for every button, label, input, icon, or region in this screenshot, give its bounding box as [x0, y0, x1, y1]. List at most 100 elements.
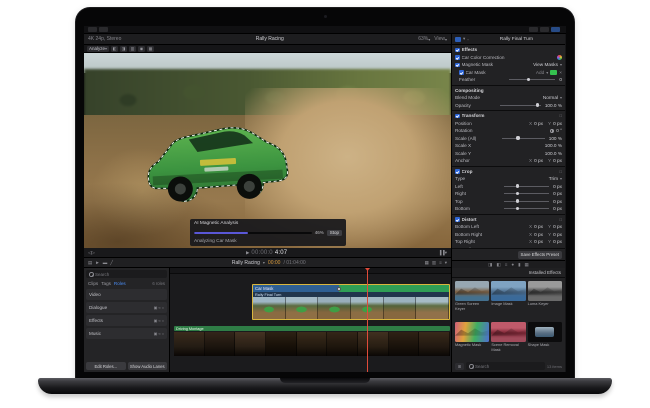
- inspector-row-scale-all-[interactable]: Scale (All) 100 %: [452, 135, 565, 143]
- viewer[interactable]: AI Magnetic Analysis 46% Stop Analyzing …: [84, 53, 451, 248]
- x-value[interactable]: 0 px: [534, 239, 543, 244]
- effect-thumbnail[interactable]: [491, 322, 526, 342]
- inspector-row-type[interactable]: Type Trim ▾: [452, 175, 565, 183]
- effect-thumbnail[interactable]: [455, 322, 490, 342]
- enable-checkbox[interactable]: [455, 62, 460, 67]
- slider-track[interactable]: [504, 184, 550, 188]
- slider-knob[interactable]: [516, 136, 520, 140]
- slider-knob[interactable]: [515, 184, 520, 188]
- installed-effects-header[interactable]: Installed Effects: [452, 268, 565, 278]
- zoom-level-dropdown[interactable]: 63%: [418, 36, 428, 42]
- effect-item-shape-mask[interactable]: Shape Mask: [527, 322, 562, 361]
- inspector-row-transform[interactable]: Transform □: [452, 112, 565, 120]
- inspector-row-position[interactable]: Position X 0 px Y 0 px: [452, 120, 565, 128]
- enable-checkbox[interactable]: [455, 55, 460, 60]
- browser-layout-icon[interactable]: [529, 27, 538, 32]
- effect-item-scene-removal-mask[interactable]: Scene Removal Mask: [491, 322, 526, 361]
- inspector-row-right[interactable]: Right 0 px: [452, 190, 565, 198]
- inspector-toggle-icon[interactable]: [551, 27, 560, 32]
- clip-appearance-icon[interactable]: ▦: [425, 260, 429, 266]
- enable-checkbox[interactable]: [455, 217, 460, 222]
- mask-tool-icon[interactable]: ◧: [111, 45, 119, 52]
- stop-button[interactable]: Stop: [326, 229, 342, 236]
- inspector-row-effects[interactable]: Effects: [452, 46, 565, 54]
- y-value[interactable]: 0 px: [553, 121, 562, 126]
- x-value[interactable]: 0 px: [534, 224, 543, 229]
- slider-track[interactable]: [501, 136, 545, 140]
- range-tool-icon[interactable]: ▥: [129, 45, 137, 52]
- timeline-ruler[interactable]: [170, 268, 451, 274]
- role-row-music[interactable]: Music ▣ ≈ ○: [86, 328, 167, 339]
- slider-knob[interactable]: [515, 191, 520, 196]
- role-row-video[interactable]: Video: [86, 289, 167, 300]
- reset-icon[interactable]: □: [559, 169, 562, 174]
- gear-icon[interactable]: ○: [162, 318, 164, 323]
- tab-roles[interactable]: Roles: [114, 281, 126, 286]
- inspector-row-scale-y[interactable]: Scale Y 100.0 %: [452, 150, 565, 158]
- timeline[interactable]: Car Mask Rally Final Turn Driving Montag…: [170, 268, 451, 372]
- inspector-row-top-right[interactable]: Top Right X 0 px Y 0 px: [452, 238, 565, 246]
- effect-item-magnetic-mask[interactable]: Magnetic Mask: [455, 322, 490, 361]
- skimming-icon[interactable]: ▥: [432, 260, 436, 266]
- effect-thumbnail[interactable]: [455, 281, 490, 301]
- inspector-row-top[interactable]: Top 0 px: [452, 198, 565, 206]
- timeline-project-dropdown[interactable]: Rally Racing: [232, 260, 260, 266]
- reset-icon[interactable]: □: [559, 113, 562, 118]
- effect-thumbnail[interactable]: [527, 281, 562, 301]
- effect-item-image-mask[interactable]: Image Mask: [491, 281, 526, 320]
- inspector-row-bottom[interactable]: Bottom 0 px: [452, 205, 565, 213]
- inspector-row-magnetic-mask[interactable]: Magnetic Mask View Masks ▾: [452, 61, 565, 69]
- storyline-bar[interactable]: Driving Montage: [174, 326, 450, 331]
- slider-knob[interactable]: [535, 103, 540, 107]
- numeric-value[interactable]: 100.0 %: [545, 151, 562, 156]
- tab-clips[interactable]: Clips: [88, 281, 98, 286]
- waveform-icon[interactable]: ≈: [158, 331, 160, 336]
- slider-knob[interactable]: [526, 77, 531, 82]
- effects-search[interactable]: [466, 362, 545, 370]
- grid-view-icon[interactable]: ⊞: [455, 362, 464, 370]
- inspector-row-anchor[interactable]: Anchor X 0 px Y 0 px: [452, 157, 565, 165]
- enable-checkbox[interactable]: [455, 47, 460, 52]
- generators-icon[interactable]: ●: [511, 262, 514, 267]
- inspector-row-rotation[interactable]: Rotation 0 °: [452, 127, 565, 135]
- popup-value[interactable]: Normal: [543, 95, 558, 100]
- slider-track[interactable]: [499, 103, 541, 107]
- titles-icon[interactable]: ≡: [505, 262, 508, 267]
- enable-checkbox[interactable]: [459, 70, 464, 75]
- effect-item-luma-keyer[interactable]: Luma Keyer: [527, 281, 562, 320]
- x-value[interactable]: 0 px: [534, 232, 543, 237]
- effects-icon[interactable]: ◨: [488, 262, 492, 268]
- show-audio-lanes-button[interactable]: Show Audio Lanes: [127, 362, 167, 370]
- color-inspector-icon[interactable]: ▾: [463, 36, 465, 42]
- music-icon[interactable]: ▮: [518, 262, 520, 268]
- selected-clip-group[interactable]: Car Mask Rally Final Turn: [252, 284, 450, 320]
- inspector-row-blend-mode[interactable]: Blend Mode Normal ▾: [452, 94, 565, 102]
- inspector-row-left[interactable]: Left 0 px: [452, 183, 565, 191]
- popup-value[interactable]: Trim: [549, 176, 558, 181]
- tool-select-icon[interactable]: ►: [95, 260, 99, 265]
- overlay-toggle-icon[interactable]: ▦: [147, 45, 155, 52]
- remove-mask-icon[interactable]: ×: [559, 70, 562, 75]
- chevron-down-icon[interactable]: ▾: [445, 250, 447, 256]
- index-search-input[interactable]: [95, 271, 164, 277]
- video-inspector-icon[interactable]: [455, 36, 461, 42]
- tool-trim-icon[interactable]: ▬: [103, 260, 108, 265]
- secondary-storyline[interactable]: Driving Montage: [174, 326, 451, 356]
- focus-icon[interactable]: ▣: [154, 318, 158, 323]
- slider-track[interactable]: [504, 199, 550, 203]
- mask-color-chip[interactable]: [550, 70, 558, 75]
- enable-checkbox[interactable]: [455, 169, 460, 174]
- save-effects-preset-button[interactable]: Save Effects Preset: [517, 250, 562, 259]
- effect-thumbnail[interactable]: [527, 322, 562, 342]
- slider-track[interactable]: [504, 191, 550, 196]
- role-row-dialogue[interactable]: Dialogue ▣ ≈ ○: [86, 302, 167, 313]
- info-inspector-icon[interactable]: ◦: [467, 37, 469, 42]
- enable-checkbox[interactable]: [455, 113, 460, 118]
- play-icon[interactable]: ▶: [246, 250, 249, 256]
- inspector-row-car-color-correction[interactable]: Car Color Correction: [452, 54, 565, 62]
- inspector-row-bottom-left[interactable]: Bottom Left X 0 px Y 0 px: [452, 223, 565, 231]
- x-value[interactable]: 0 px: [534, 158, 543, 163]
- slider-knob[interactable]: [515, 206, 520, 211]
- inspector-row-feather[interactable]: Feather 0: [452, 76, 565, 84]
- masked-rally-car[interactable]: [142, 115, 292, 209]
